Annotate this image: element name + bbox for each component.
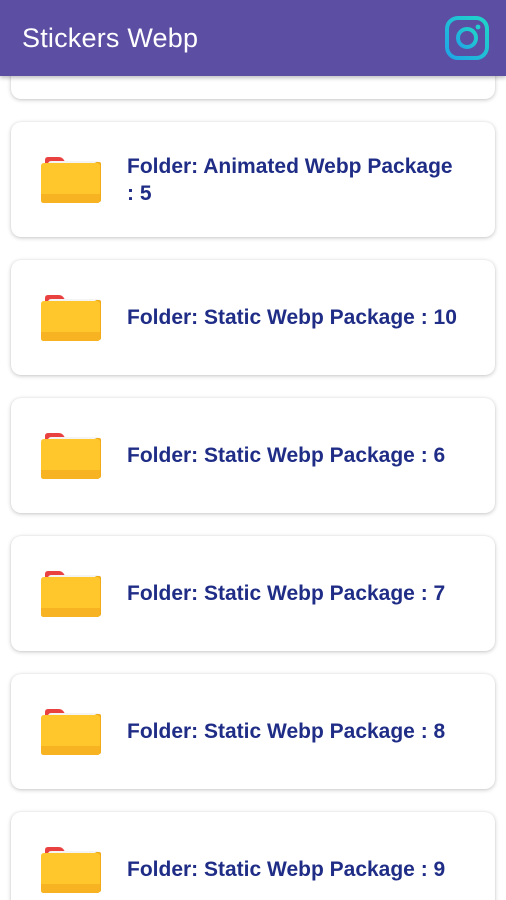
folder-icon <box>41 570 101 617</box>
folder-icon <box>41 294 101 341</box>
folder-label: Folder: Static Webp Package : 7 <box>127 582 446 605</box>
folder-card[interactable]: Folder: Static Webp Package : 9 <box>11 812 495 900</box>
folder-label: Folder: Static Webp Package : 10 <box>127 306 457 329</box>
folder-label: Folder: Animated Webp Package : 5 <box>127 154 453 205</box>
folder-card[interactable]: Folder: Static Webp Package : 8 <box>11 674 495 789</box>
folder-label: Folder: Static Webp Package : 9 <box>127 858 446 881</box>
folder-card[interactable] <box>11 76 495 99</box>
folder-label: Folder: Static Webp Package : 6 <box>127 444 446 467</box>
folder-icon <box>41 846 101 893</box>
folder-card[interactable]: Folder: Static Webp Package : 6 <box>11 398 495 513</box>
folder-card[interactable]: Folder: Static Webp Package : 10 <box>11 260 495 375</box>
folder-list[interactable]: Folder: Animated Webp Package : 5 Folder… <box>0 76 506 900</box>
folder-label: Folder: Static Webp Package : 8 <box>127 720 446 743</box>
folder-icon <box>41 432 101 479</box>
instagram-button[interactable] <box>444 15 490 61</box>
folder-icon <box>41 156 101 203</box>
instagram-icon <box>445 16 489 60</box>
app-title: Stickers Webp <box>22 22 199 53</box>
folder-card[interactable]: Folder: Animated Webp Package : 5 <box>11 122 495 237</box>
app-bar: Stickers Webp <box>0 0 506 76</box>
folder-card[interactable]: Folder: Static Webp Package : 7 <box>11 536 495 651</box>
folder-icon <box>41 708 101 755</box>
